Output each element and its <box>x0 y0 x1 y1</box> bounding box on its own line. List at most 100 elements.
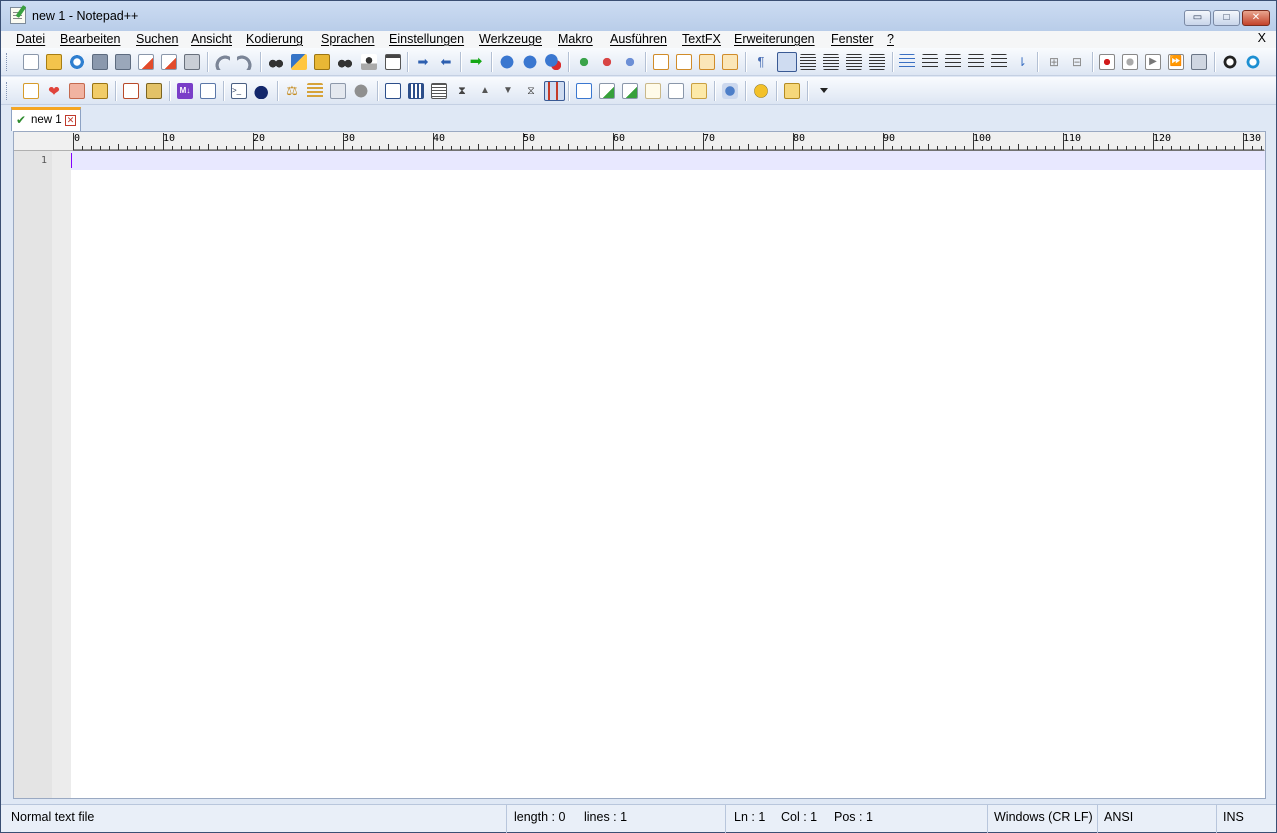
notepad-app-icon[interactable] <box>10 7 26 24</box>
panel-a-icon[interactable] <box>408 83 424 99</box>
tab-close-icon[interactable]: ✕ <box>65 115 76 126</box>
compare-right-icon[interactable] <box>330 83 346 99</box>
menu-werkzeuge[interactable]: Werkzeuge <box>479 32 542 46</box>
align-right-icon[interactable] <box>823 54 839 70</box>
go-back-icon[interactable]: ⬅ <box>438 54 454 70</box>
menu-sprachen[interactable]: Sprachen <box>321 32 375 46</box>
replace-icon[interactable] <box>291 54 307 70</box>
reload-icon[interactable] <box>69 54 85 70</box>
folder-icon[interactable] <box>69 83 85 99</box>
split-icon[interactable] <box>945 54 961 70</box>
tab-new-1[interactable]: ✔ new 1 ✕ <box>11 107 81 131</box>
bomb-icon[interactable] <box>254 83 270 99</box>
undo-icon[interactable] <box>214 54 230 70</box>
editor-area[interactable]: 0 10 20 30 40 50 60 70 80 90 100 110 120… <box>13 131 1266 799</box>
redo-icon[interactable] <box>237 54 253 70</box>
smiley-icon[interactable] <box>753 83 769 99</box>
list-return-icon[interactable] <box>869 54 885 70</box>
mark-icon[interactable] <box>23 83 39 99</box>
up-arrow-icon[interactable]: ▲ <box>477 83 493 99</box>
minimize-button[interactable]: ▭ <box>1184 10 1211 26</box>
menu-fenster[interactable]: Fenster <box>831 32 873 46</box>
folder-edit-icon[interactable] <box>784 83 800 99</box>
bookmark-clear-icon[interactable] <box>622 54 638 70</box>
toolbar-grip[interactable] <box>6 82 9 100</box>
save-all-icon[interactable] <box>115 54 131 70</box>
menu-ansicht[interactable]: Ansicht <box>191 32 232 46</box>
menu-kodierung[interactable]: Kodierung <box>246 32 303 46</box>
status-eol-cell[interactable]: Windows (CR LF) <box>988 805 1098 833</box>
menu-suchen[interactable]: Suchen <box>136 32 178 46</box>
status-mode-cell[interactable]: INS <box>1217 805 1276 833</box>
compare-icon[interactable]: ⚖ <box>284 83 300 99</box>
new-file-icon[interactable] <box>23 54 39 70</box>
toolbar-overflow-icon[interactable] <box>820 88 828 93</box>
close-all-icon[interactable] <box>161 54 177 70</box>
compare-left-icon[interactable] <box>307 83 323 99</box>
find-in-files-icon[interactable] <box>314 54 330 70</box>
fold-margin[interactable] <box>52 151 71 798</box>
status-encoding-cell[interactable]: ANSI <box>1098 805 1217 833</box>
zoom-in-icon[interactable] <box>385 54 401 70</box>
move-down-icon[interactable] <box>991 54 1007 70</box>
pilcrow-icon[interactable]: ¶ <box>753 54 769 70</box>
menu-help[interactable]: ? <box>887 32 894 46</box>
macro-record-icon[interactable] <box>1099 54 1115 70</box>
doc-a-icon[interactable] <box>645 83 661 99</box>
unfold-all-icon[interactable]: ⊟ <box>1069 54 1085 70</box>
toolbar-grip[interactable] <box>6 53 9 71</box>
stop-icon[interactable] <box>545 54 561 70</box>
close-document-button[interactable]: X <box>1258 31 1266 45</box>
word-wrap-icon[interactable] <box>777 52 797 72</box>
download-icon[interactable] <box>385 83 401 99</box>
join-icon[interactable] <box>922 54 938 70</box>
menu-textfx[interactable]: TextFX <box>682 32 721 46</box>
open-file-icon[interactable] <box>46 54 62 70</box>
macro-stop-icon[interactable] <box>1122 54 1138 70</box>
save-icon[interactable] <box>92 54 108 70</box>
fold-all-icon[interactable]: ⊞ <box>1046 54 1062 70</box>
panel-b-icon[interactable] <box>431 83 447 99</box>
menu-ausfuehren[interactable]: Ausführen <box>610 32 667 46</box>
plugin-a-icon[interactable] <box>1222 54 1238 70</box>
doc-c-icon[interactable] <box>691 83 707 99</box>
menu-makro[interactable]: Makro <box>558 32 593 46</box>
sync-v-icon[interactable] <box>499 54 515 70</box>
markdown-icon[interactable]: M↓ <box>177 83 193 99</box>
heart-icon[interactable]: ❤ <box>46 83 62 99</box>
tool-c-icon[interactable] <box>576 83 592 99</box>
doc-go-icon[interactable] <box>622 83 638 99</box>
print-icon[interactable] <box>184 54 200 70</box>
doc-check-icon[interactable] <box>599 83 615 99</box>
panel-c-icon[interactable] <box>544 81 565 101</box>
indent-guide-icon[interactable] <box>699 54 715 70</box>
sort-icon[interactable] <box>899 54 915 70</box>
list-icon[interactable] <box>846 54 862 70</box>
bookmark-next-icon[interactable] <box>576 54 592 70</box>
tool-a-icon[interactable] <box>123 83 139 99</box>
align-icon[interactable] <box>800 54 816 70</box>
down-arrow-icon[interactable]: ▼ <box>500 83 516 99</box>
console-icon[interactable]: >_ <box>231 83 247 99</box>
menu-datei[interactable]: Datei <box>16 32 45 46</box>
doc-b-icon[interactable] <box>668 83 684 99</box>
maximize-button[interactable]: □ <box>1213 10 1240 26</box>
find-icon[interactable] <box>268 54 284 70</box>
show-all-chars-icon[interactable] <box>676 54 692 70</box>
tool-b-icon[interactable] <box>146 83 162 99</box>
macro-play-icon[interactable]: ▶ <box>1145 54 1161 70</box>
menu-erweiterungen[interactable]: Erweiterungen <box>734 32 815 46</box>
plugin-b-icon[interactable] <box>1245 54 1261 70</box>
collapse-icon[interactable]: ⧗ <box>454 83 470 99</box>
find-prev-icon[interactable] <box>361 54 377 70</box>
close-window-button[interactable]: ✕ <box>1242 10 1270 26</box>
bookmark-prev-icon[interactable] <box>599 54 615 70</box>
menu-einstellungen[interactable]: Einstellungen <box>389 32 464 46</box>
macro-run-multiple-icon[interactable]: ⏩ <box>1168 54 1184 70</box>
macro-save-icon[interactable] <box>1191 54 1207 70</box>
close-icon[interactable] <box>138 54 154 70</box>
jump-icon[interactable]: ⇂ <box>1014 54 1030 70</box>
wrap-icon[interactable] <box>653 54 669 70</box>
sync-h-icon[interactable] <box>522 54 538 70</box>
menu-bearbeiten[interactable]: Bearbeiten <box>60 32 120 46</box>
